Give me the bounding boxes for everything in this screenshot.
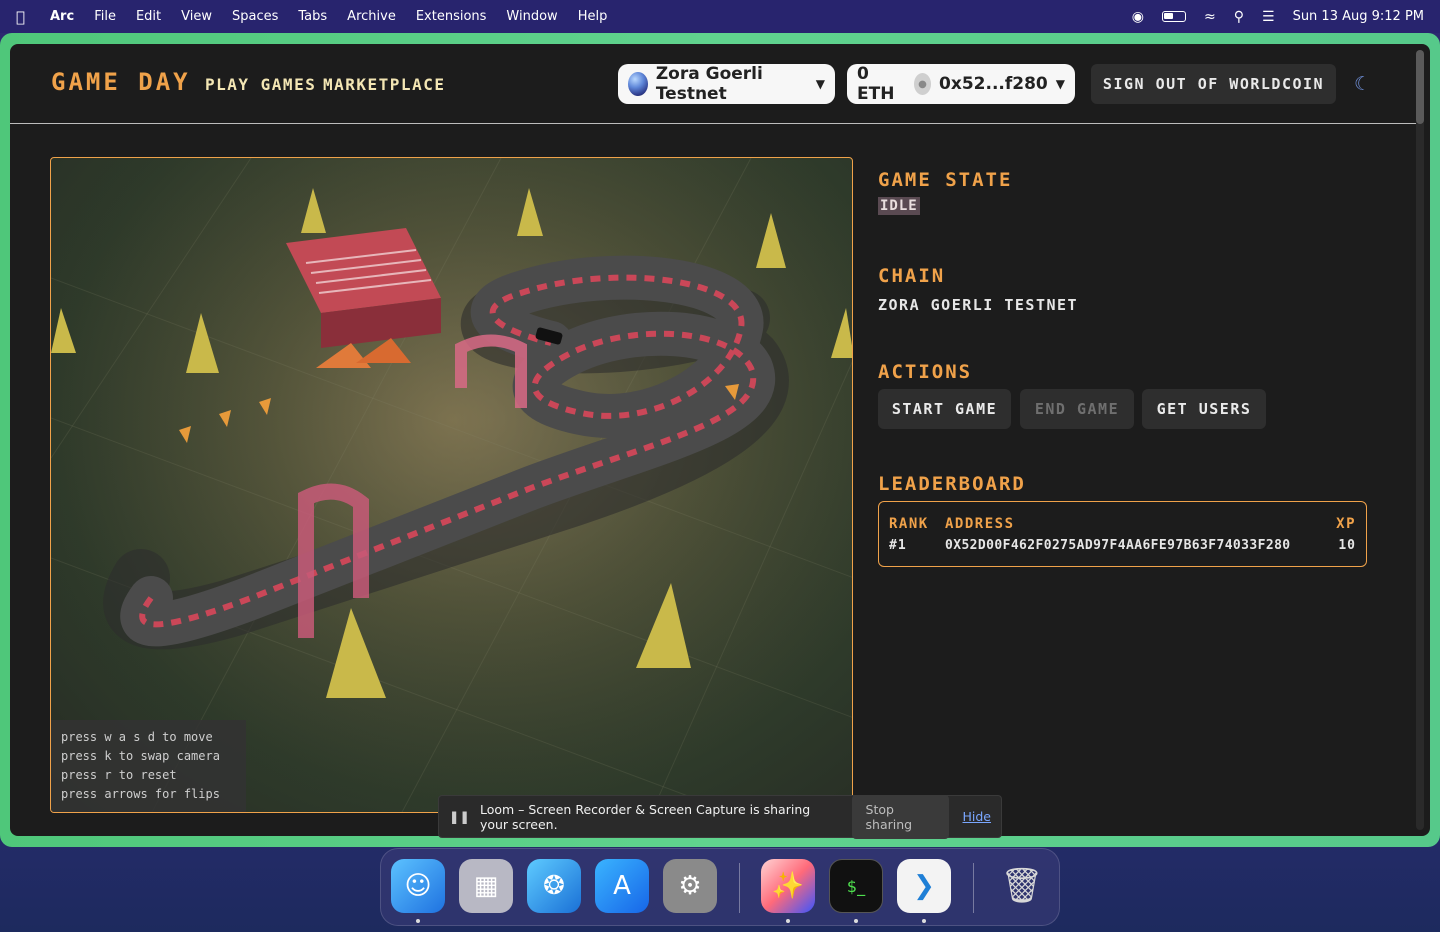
running-indicator — [786, 919, 790, 923]
menu-window[interactable]: Window — [506, 9, 557, 24]
instruction-line: press w a s d to move — [61, 730, 213, 744]
account-address: 0x52...f280 — [939, 74, 1048, 94]
loom-message: Loom – Screen Recorder & Screen Capture … — [479, 801, 811, 832]
stop-sharing-button[interactable]: Stop sharing — [851, 794, 949, 839]
menu-edit[interactable]: Edit — [136, 9, 161, 24]
chain-value: ZORA GOERLI TESTNET — [878, 296, 1079, 314]
row-rank: #1 — [889, 538, 907, 553]
trash-icon[interactable]: 🗑 — [995, 859, 1049, 913]
menu-file[interactable]: File — [94, 9, 116, 24]
menu-tabs[interactable]: Tabs — [298, 9, 327, 24]
macos-dock: ☺ ▦ ❂ A ⚙ ✨ $_ ❯ 🗑 — [380, 848, 1060, 926]
menu-spaces[interactable]: Spaces — [232, 9, 278, 24]
nav-marketplace[interactable]: MARKETPLACE — [323, 75, 445, 94]
start-game-button[interactable]: START GAME — [878, 389, 1011, 429]
battery-icon[interactable] — [1162, 11, 1186, 22]
moon-icon[interactable]: ☾ — [1354, 73, 1371, 95]
scrollbar[interactable] — [1416, 50, 1424, 830]
row-xp: 10 — [1338, 538, 1356, 553]
instruction-line: press k to swap camera — [61, 749, 220, 763]
leaderboard-table: RANK ADDRESS XP #1 0X52D00F462F0275AD97F… — [878, 501, 1367, 567]
site-logo[interactable]: GAME DAY — [51, 68, 191, 96]
site-header: GAME DAY PLAY GAMES MARKETPLACE Zora Goe… — [10, 44, 1416, 124]
loom-sharing-bar: ❚❚ Loom – Screen Recorder & Screen Captu… — [438, 794, 1002, 839]
pause-icon[interactable]: ❚❚ — [449, 809, 470, 824]
account-avatar-icon: ● — [913, 73, 932, 95]
balance-label: 0 ETH — [857, 64, 895, 104]
actions-title: ACTIONS — [878, 361, 973, 383]
terminal-icon[interactable]: $_ — [829, 859, 883, 913]
chain-title: CHAIN — [878, 265, 946, 287]
network-globe-icon — [628, 72, 648, 96]
scrollbar-thumb[interactable] — [1416, 50, 1424, 124]
game-state-badge: IDLE — [878, 197, 920, 215]
game-canvas[interactable]: press w a s d to move press k to swap ca… — [50, 157, 853, 813]
column-address: ADDRESS — [945, 516, 1015, 532]
apple-icon[interactable]:  — [16, 8, 36, 26]
menubar-datetime[interactable]: Sun 13 Aug 9:12 PM — [1293, 9, 1424, 24]
nav-play-games[interactable]: PLAY GAMES — [205, 75, 316, 94]
hide-link[interactable]: Hide — [963, 809, 992, 824]
instruction-line: press arrows for flips — [61, 787, 220, 801]
race-track-scene — [51, 158, 852, 812]
menu-help[interactable]: Help — [578, 9, 608, 24]
controls-instructions: press w a s d to move press k to swap ca… — [51, 720, 246, 812]
chevron-down-icon: ▼ — [1055, 77, 1065, 91]
user-icon[interactable]: ◉ — [1132, 9, 1144, 25]
menu-app-name[interactable]: Arc — [50, 9, 74, 24]
end-game-button[interactable]: END GAME — [1020, 389, 1134, 429]
browser-content: GAME DAY PLAY GAMES MARKETPLACE Zora Goe… — [10, 44, 1430, 836]
macos-menubar:  Arc File Edit View Spaces Tabs Archive… — [0, 0, 1440, 33]
leaderboard-title: LEADERBOARD — [878, 473, 1026, 495]
arc-browser-icon[interactable]: ✨ — [761, 859, 815, 913]
account-selector[interactable]: 0 ETH ● 0x52...f280 ▼ — [847, 64, 1075, 104]
network-label: Zora Goerli Testnet — [655, 64, 763, 104]
game-state-title: GAME STATE — [878, 169, 1013, 191]
menubar-status: ◉ ≈ ⚲ ☰ Sun 13 Aug 9:12 PM — [1132, 9, 1424, 25]
menu-archive[interactable]: Archive — [347, 9, 396, 24]
column-xp: XP — [1336, 516, 1356, 532]
network-selector[interactable]: Zora Goerli Testnet ▼ — [618, 64, 835, 104]
running-indicator — [416, 919, 420, 923]
control-center-icon[interactable]: ☰ — [1262, 9, 1275, 25]
wifi-icon[interactable]: ≈ — [1204, 9, 1216, 25]
get-users-button[interactable]: GET USERS — [1142, 389, 1266, 429]
dock-separator — [739, 863, 740, 913]
sign-out-button[interactable]: SIGN OUT OF WORLDCOIN — [1091, 64, 1336, 104]
menu-extensions[interactable]: Extensions — [416, 9, 487, 24]
safari-icon[interactable]: ❂ — [527, 859, 581, 913]
system-settings-icon[interactable]: ⚙ — [663, 859, 717, 913]
instruction-line: press r to reset — [61, 768, 177, 782]
finder-icon[interactable]: ☺ — [391, 859, 445, 913]
launchpad-icon[interactable]: ▦ — [459, 859, 513, 913]
column-rank: RANK — [889, 516, 929, 532]
app-store-icon[interactable]: A — [595, 859, 649, 913]
running-indicator — [922, 919, 926, 923]
search-icon[interactable]: ⚲ — [1234, 9, 1244, 25]
running-indicator — [854, 919, 858, 923]
dock-separator — [973, 863, 974, 913]
chevron-down-icon: ▼ — [815, 77, 825, 91]
menu-view[interactable]: View — [181, 9, 212, 24]
vscode-icon[interactable]: ❯ — [897, 859, 951, 913]
row-address: 0X52D00F462F0275AD97F4AA6FE97B63F74033F2… — [945, 538, 1291, 553]
